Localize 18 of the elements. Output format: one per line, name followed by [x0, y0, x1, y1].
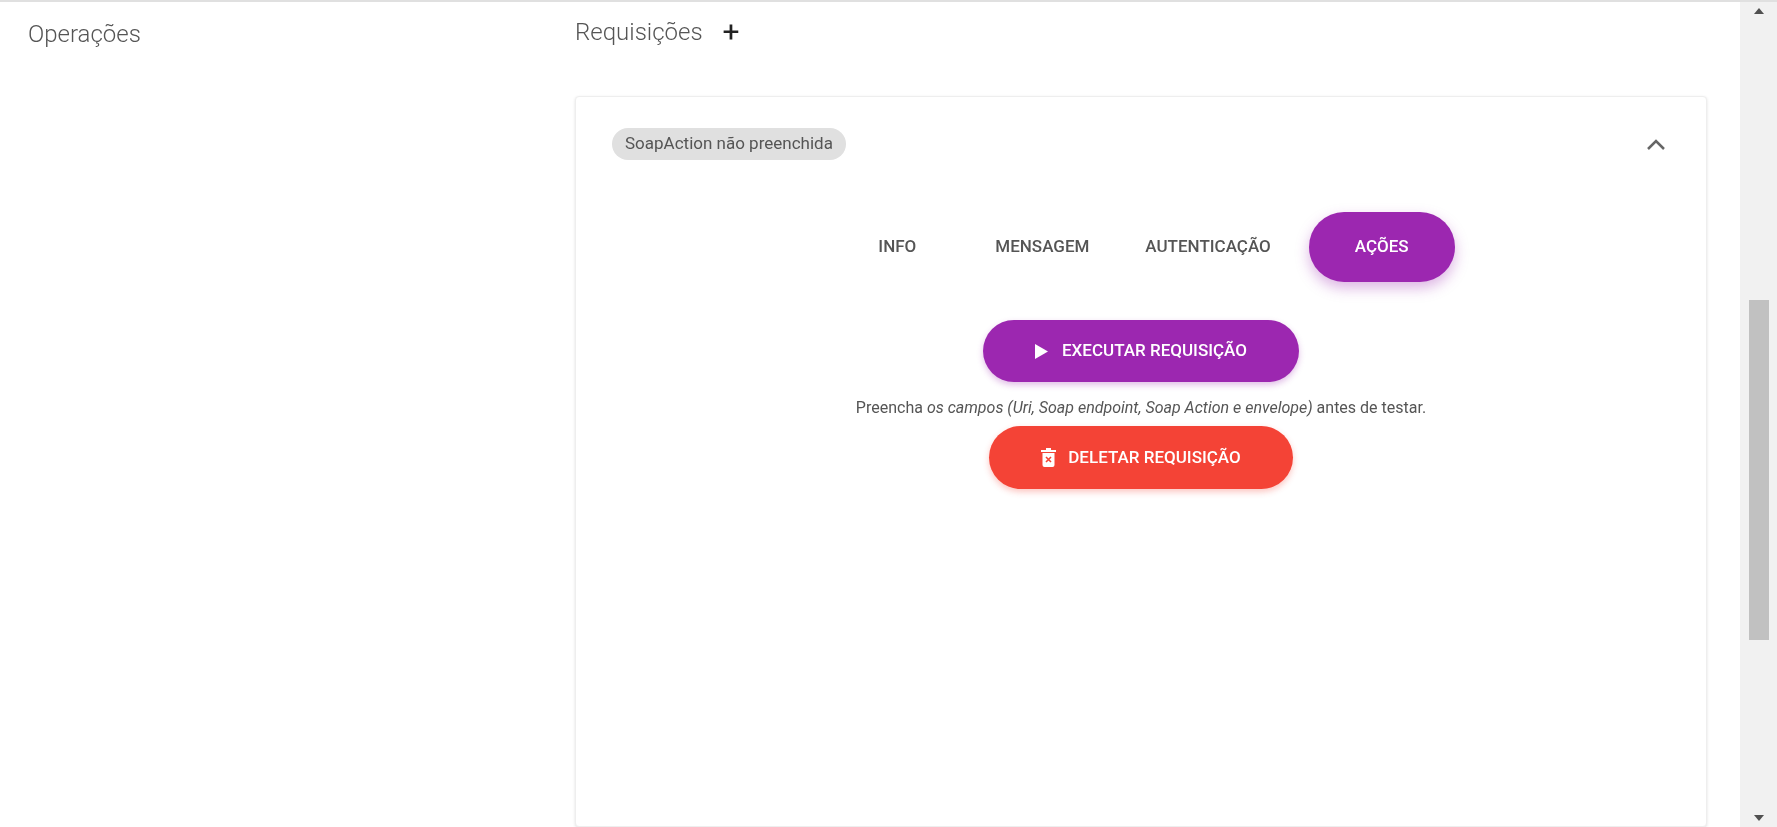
section-title: Requisições	[575, 17, 703, 48]
panel-title: Operações	[28, 20, 141, 48]
trash-icon	[1041, 448, 1057, 467]
chevron-up-icon[interactable]	[1646, 137, 1666, 151]
tab[interactable]: AUTENTICAÇÃO	[1117, 212, 1299, 282]
scroll-down-icon[interactable]	[1753, 815, 1764, 821]
tab[interactable]: AÇÕES	[1308, 212, 1455, 282]
scrollbar[interactable]	[1740, 2, 1777, 827]
execute-button[interactable]: EXECUTAR REQUISIÇÃO	[983, 320, 1299, 382]
scrollbar-thumb[interactable]	[1748, 299, 1769, 640]
scroll-up-icon[interactable]	[1753, 8, 1764, 14]
tab[interactable]: MENSAGEM	[967, 212, 1118, 282]
hint-text: Preencha os campos (Uri, Soap endpoint, Soap Action e envelope) antes de testar.	[855, 397, 1427, 419]
status-chip: SoapAction não preenchida	[612, 128, 846, 160]
add-button[interactable]: +	[722, 17, 740, 47]
delete-button[interactable]: DELETAR REQUISIÇÃO	[989, 426, 1293, 489]
play-icon	[1035, 343, 1048, 359]
tab[interactable]: INFO	[827, 212, 968, 282]
